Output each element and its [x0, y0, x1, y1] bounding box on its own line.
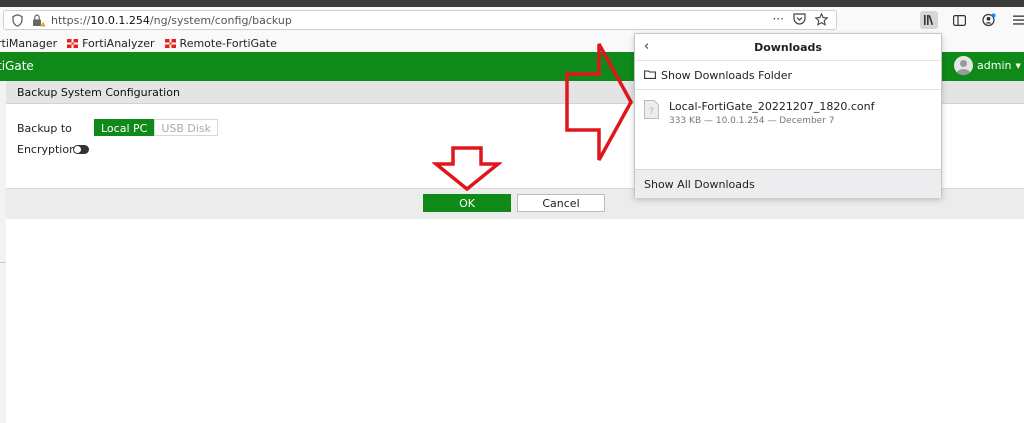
backup-destination-selector: Local PC USB Disk — [94, 119, 219, 136]
url-path: /ng/system/config/backup — [149, 14, 292, 27]
fortinet-favicon-icon — [164, 38, 176, 48]
library-icon[interactable] — [920, 11, 938, 29]
backup-to-label: Backup to — [17, 122, 72, 135]
toggle-knob — [74, 146, 81, 153]
avatar — [954, 56, 973, 75]
bookmark-label: FortiAnalyzer — [82, 36, 155, 50]
bookmark-label: Remote-FortiGate — [179, 36, 277, 50]
brand-title: tiGate — [0, 59, 34, 73]
page-title: Backup System Configuration — [17, 86, 180, 99]
pocket-icon[interactable] — [793, 13, 806, 25]
annotation-arrow-right-icon — [565, 43, 633, 161]
bookmark-fortianalyzer[interactable]: FortiAnalyzer — [67, 36, 155, 50]
url-text[interactable]: https://10.0.1.254/ng/system/config/back… — [51, 14, 292, 27]
show-all-label: Show All Downloads — [644, 178, 755, 191]
download-file-name: Local-FortiGate_20221207_1820.conf — [669, 100, 875, 113]
option-usb-disk[interactable]: USB Disk — [154, 119, 219, 136]
fortinet-favicon-icon — [67, 38, 79, 48]
shield-icon[interactable] — [12, 14, 23, 27]
divider — [0, 262, 6, 263]
option-local-pc[interactable]: Local PC — [94, 119, 155, 136]
bookmark-remote-fortigate[interactable]: Remote-FortiGate — [164, 36, 277, 50]
user-name: admin — [977, 59, 1012, 72]
hamburger-menu-icon[interactable] — [1010, 11, 1024, 29]
folder-icon — [644, 70, 656, 79]
content-empty-area — [6, 219, 1024, 423]
caret-down-icon: ▼ — [1015, 61, 1021, 70]
show-folder-label: Show Downloads Folder — [661, 69, 793, 82]
page-actions-menu-icon[interactable]: ··· — [773, 12, 784, 26]
svg-text:?: ? — [649, 107, 654, 117]
url-scheme: https:// — [51, 14, 91, 27]
annotation-arrow-down-icon — [432, 146, 502, 192]
bookmark-star-icon[interactable] — [815, 12, 828, 26]
ok-button[interactable]: OK — [423, 194, 511, 212]
sidebar-icon[interactable] — [950, 11, 968, 29]
downloads-panel: ‹ Downloads Show Downloads Folder ? Loca… — [634, 33, 942, 198]
browser-toolbar: https://10.0.1.254/ng/system/config/back… — [0, 7, 1024, 35]
encryption-label: Encryption — [17, 143, 77, 156]
downloads-panel-header: ‹ Downloads — [635, 34, 941, 61]
url-host: 10.0.1.254 — [90, 14, 150, 27]
bookmark-fortimanager[interactable]: rtiManager — [0, 37, 57, 50]
unknown-file-icon: ? — [644, 100, 659, 119]
downloads-title: Downloads — [754, 41, 822, 54]
download-list-item[interactable]: ? Local-FortiGate_20221207_1820.conf 333… — [635, 90, 941, 130]
lock-warning-icon[interactable] — [32, 14, 46, 27]
window-top-strip — [0, 0, 1024, 7]
user-menu[interactable]: admin ▼ — [954, 56, 1021, 75]
cancel-button[interactable]: Cancel — [517, 194, 605, 212]
account-icon[interactable] — [980, 11, 998, 29]
bookmark-label: rtiManager — [0, 36, 58, 50]
address-bar[interactable]: https://10.0.1.254/ng/system/config/back… — [3, 10, 837, 30]
encryption-toggle[interactable] — [73, 145, 89, 154]
show-downloads-folder-button[interactable]: Show Downloads Folder — [635, 61, 941, 90]
download-file-meta: 333 KB — 10.0.1.254 — December 7 — [669, 116, 835, 126]
show-all-downloads-button[interactable]: Show All Downloads — [635, 169, 941, 198]
